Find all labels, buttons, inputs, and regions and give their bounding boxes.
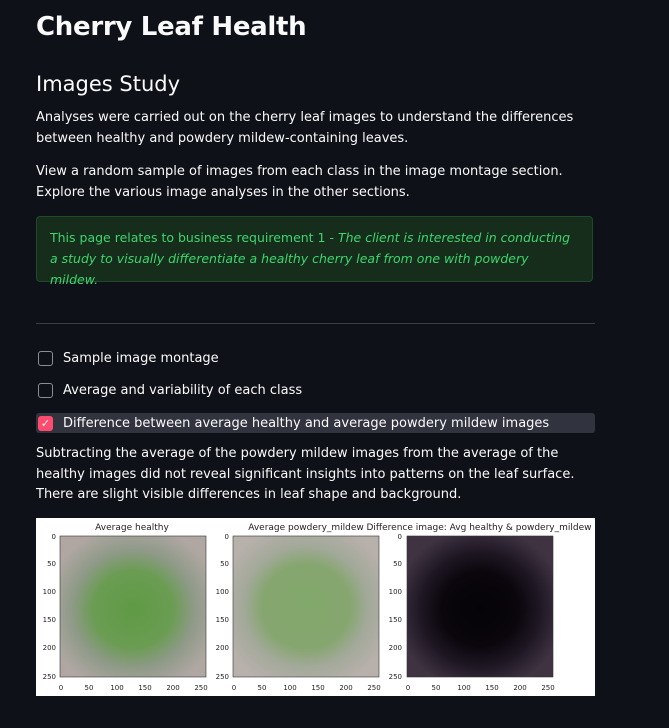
xtick: 250 [367, 684, 380, 692]
xtick: 100 [110, 684, 123, 692]
ytick: 150 [216, 616, 229, 624]
ytick: 100 [389, 588, 402, 596]
panel2-yticks: 0 50 100 150 200 250 [216, 533, 229, 681]
ytick: 200 [216, 644, 229, 652]
ytick: 50 [47, 560, 56, 568]
ytick: 150 [389, 616, 402, 624]
panel3-xticks: 0 50 100 150 200 250 [406, 684, 555, 692]
panel3-yticks: 0 50 100 150 200 250 [389, 533, 402, 681]
xtick: 150 [138, 684, 151, 692]
xtick: 50 [85, 684, 94, 692]
xtick: 200 [339, 684, 352, 692]
checkbox-label: Average and variability of each class [63, 382, 303, 398]
panel1-yticks: 0 50 100 150 200 250 [43, 533, 56, 681]
xtick: 150 [485, 684, 498, 692]
ytick: 50 [220, 560, 229, 568]
result-text: Subtracting the average of the powdery m… [36, 446, 575, 502]
divider [36, 323, 595, 324]
checkbox-box[interactable]: ✓ [38, 415, 53, 431]
checkbox-difference-images[interactable]: ✓ Difference between average healthy and… [36, 413, 595, 433]
average-healthy-image [59, 535, 207, 678]
xtick: 0 [232, 684, 236, 692]
ytick: 100 [216, 588, 229, 596]
difference-figure: Average healthy 0 50 100 150 200 250 0 5… [36, 518, 595, 696]
checkbox-label: Difference between average healthy and a… [63, 415, 550, 431]
ytick: 200 [43, 644, 56, 652]
intro-text: Analyses were carried out on the cherry … [36, 110, 574, 146]
ytick: 0 [225, 533, 229, 541]
panel2-xticks: 0 50 100 150 200 250 [232, 684, 381, 692]
ytick: 250 [43, 673, 56, 681]
checkbox-box[interactable] [38, 382, 53, 398]
figure-svg: Average healthy 0 50 100 150 200 250 0 5… [43, 523, 592, 692]
xtick: 150 [311, 684, 324, 692]
ytick: 0 [52, 533, 56, 541]
xtick: 200 [513, 684, 526, 692]
info-alert: This page relates to business requiremen… [36, 216, 593, 287]
panel-title-healthy: Average healthy [95, 523, 169, 533]
ytick: 100 [43, 588, 56, 596]
xtick: 0 [59, 684, 63, 692]
xtick: 100 [457, 684, 470, 692]
panel-title-difference: Difference image: Avg healthy & powdery_… [366, 523, 591, 533]
checkbox-box[interactable] [38, 350, 53, 366]
checkbox-average-variability[interactable]: Average and variability of each class [36, 380, 595, 400]
info-prefix: This page relates to business requiremen… [50, 230, 338, 245]
section-title: Images Study [36, 72, 181, 96]
checkbox-sample-montage[interactable]: Sample image montage [36, 348, 595, 368]
checkbox-label: Sample image montage [63, 350, 219, 366]
xtick: 250 [194, 684, 207, 692]
panel1-xticks: 0 50 100 150 200 250 [59, 684, 208, 692]
ytick: 250 [389, 673, 402, 681]
checkmark-icon: ✓ [40, 416, 51, 430]
xtick: 100 [283, 684, 296, 692]
ytick: 200 [389, 644, 402, 652]
difference-image [406, 535, 554, 678]
xtick: 50 [432, 684, 441, 692]
ytick: 50 [393, 560, 402, 568]
xtick: 0 [406, 684, 410, 692]
xtick: 50 [258, 684, 267, 692]
ytick: 0 [398, 533, 402, 541]
ytick: 150 [43, 616, 56, 624]
ytick: 250 [216, 673, 229, 681]
panel-title-mildew: Average powdery_mildew [248, 523, 364, 533]
page-title: Cherry Leaf Health [36, 12, 307, 42]
xtick: 200 [166, 684, 179, 692]
instructions-text: View a random sample of images from each… [36, 164, 563, 200]
xtick: 250 [541, 684, 554, 692]
average-mildew-image [232, 535, 380, 678]
